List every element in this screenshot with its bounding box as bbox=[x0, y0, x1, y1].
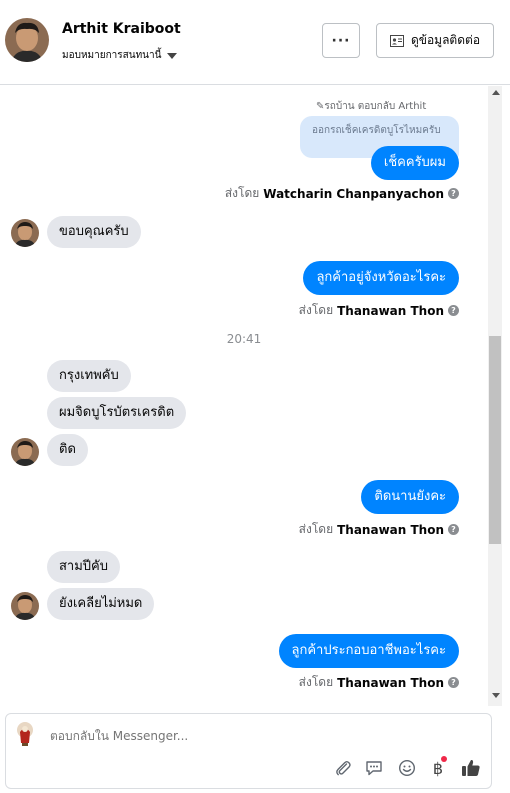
view-contact-info-label: ดูข้อมูลติดต่อ bbox=[410, 33, 481, 47]
contact-name[interactable]: Arthit Kraiboot bbox=[62, 21, 181, 37]
outgoing-message[interactable]: ติดนานยังคะ bbox=[361, 480, 459, 514]
caret-down-icon bbox=[167, 52, 178, 59]
avatar[interactable] bbox=[11, 219, 39, 247]
reply-input[interactable] bbox=[50, 729, 350, 743]
info-icon[interactable]: ? bbox=[448, 524, 459, 535]
incoming-message[interactable]: สามปีคับ bbox=[47, 551, 121, 583]
sent-by-label: ส่งโดย Thanawan Thon? bbox=[299, 520, 459, 539]
incoming-message[interactable]: ผมจิดบูโรบัตรเครดิต bbox=[47, 397, 187, 429]
sent-by-label: ส่งโดย Thanawan Thon? bbox=[299, 673, 459, 692]
avatar[interactable] bbox=[11, 592, 39, 620]
payment-baht-icon[interactable]: ฿ bbox=[427, 756, 449, 779]
incoming-message[interactable]: ขอบคุณครับ bbox=[47, 216, 141, 248]
like-thumbs-up-icon[interactable] bbox=[460, 757, 482, 779]
info-icon[interactable]: ? bbox=[448, 305, 459, 316]
timestamp: 20:41 bbox=[226, 332, 262, 346]
view-contact-info-button[interactable]: ดูข้อมูลติดต่อ bbox=[376, 23, 494, 58]
outgoing-message[interactable]: ลูกค้าอยู่จังหวัดอะไรคะ bbox=[303, 261, 459, 295]
info-icon[interactable]: ? bbox=[448, 677, 459, 688]
avatar[interactable] bbox=[5, 18, 49, 62]
incoming-message[interactable]: กรุงเทพคับ bbox=[47, 360, 131, 392]
sent-by-label: ส่งโดย Watcharin Chanpanyachon? bbox=[225, 184, 459, 203]
incoming-message[interactable]: ติด bbox=[47, 434, 88, 466]
page-avatar bbox=[13, 721, 37, 747]
scroll-up-arrow-icon[interactable] bbox=[492, 90, 500, 95]
attachment-icon[interactable] bbox=[332, 757, 354, 779]
outgoing-message[interactable]: เช็คครับผม bbox=[370, 146, 459, 180]
incoming-message[interactable]: ยังเคลียไม่หมด bbox=[47, 588, 155, 620]
contact-card-icon bbox=[389, 34, 404, 47]
avatar[interactable] bbox=[11, 438, 39, 466]
message-list: ✎รถบ้าน ตอบกลับ Arthit ออกรถเช็คเครดิตบู… bbox=[0, 86, 488, 706]
info-icon[interactable]: ? bbox=[448, 188, 459, 199]
message-composer: ฿ bbox=[5, 713, 492, 789]
conversation-header: Arthit Kraiboot มอบหมายการสนทนานี้ ··· ด… bbox=[0, 0, 510, 85]
scrollbar-thumb[interactable] bbox=[489, 336, 501, 544]
sent-by-label: ส่งโดย Thanawan Thon? bbox=[299, 301, 459, 320]
scrollbar[interactable] bbox=[488, 86, 502, 706]
more-options-button[interactable]: ··· bbox=[322, 23, 360, 58]
outgoing-message[interactable]: ลูกค้าประกอบอาชีพอะไรคะ bbox=[278, 634, 459, 668]
assign-conversation-dropdown[interactable]: มอบหมายการสนทนานี้ bbox=[62, 48, 178, 63]
saved-replies-icon[interactable] bbox=[363, 757, 385, 779]
reply-reference: ✎รถบ้าน ตอบกลับ Arthit bbox=[316, 101, 427, 112]
emoji-icon[interactable] bbox=[396, 757, 418, 779]
notification-dot bbox=[441, 756, 447, 762]
scroll-down-arrow-icon[interactable] bbox=[492, 693, 500, 698]
assign-label: มอบหมายการสนทนานี้ bbox=[62, 50, 162, 61]
